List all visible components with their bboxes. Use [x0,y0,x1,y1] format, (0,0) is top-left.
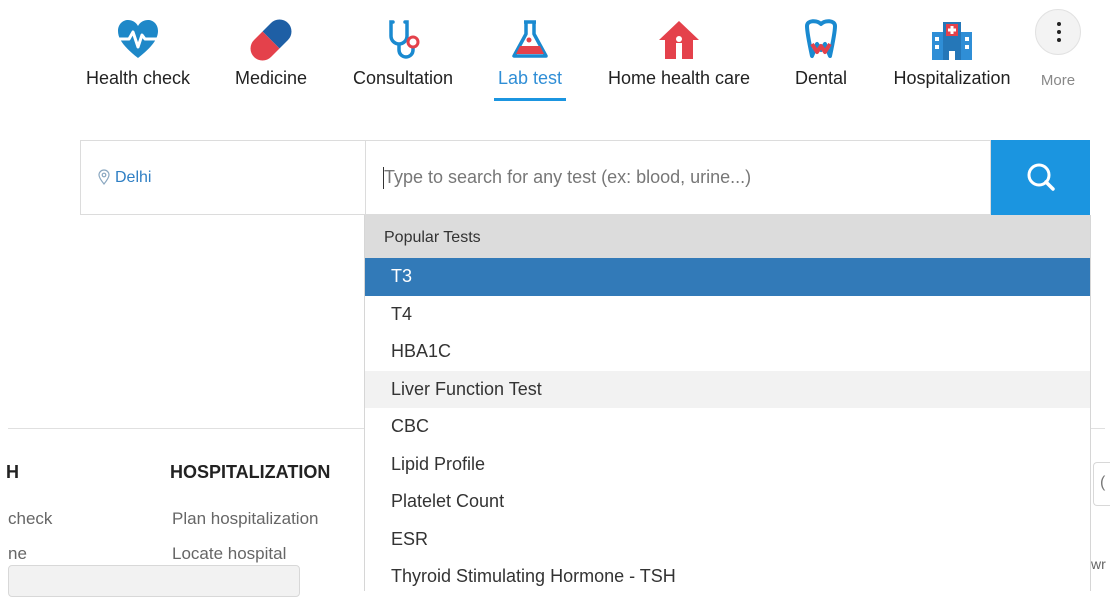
capsule-icon [249,18,293,62]
location-selector[interactable]: Delhi [80,140,366,215]
more-label: More [1040,72,1076,89]
footer-col2-heading: HOSPITALIZATION [170,462,331,482]
right-edge-text: ( [1100,474,1106,491]
dropdown-item-hba1c[interactable]: HBA1C [365,333,1090,371]
nav-item-dental[interactable]: Dental [784,0,858,110]
popular-tests-dropdown: Popular Tests T3 T4 HBA1C Liver Function… [364,215,1091,591]
active-tab-indicator [494,98,566,101]
dropdown-item-cbc[interactable]: CBC [365,408,1090,446]
footer-col1-heading: H [6,462,19,482]
stethoscope-icon [381,18,425,62]
footer-input-box[interactable] [8,565,300,597]
more-dot-icon [1057,30,1061,34]
dropdown-item-liver-function-test[interactable]: Liver Function Test [365,370,1090,408]
nav-label-lab-test: Lab test [497,68,563,88]
nav-label-consultation: Consultation [352,68,454,88]
heart-pulse-icon [116,18,160,62]
dropdown-item-platelet-count[interactable]: Platelet Count [365,483,1090,521]
search-icon [1027,163,1055,191]
nav-item-lab-test[interactable]: Lab test [486,0,574,110]
right-edge-box[interactable]: ( [1093,462,1110,506]
search-button[interactable] [991,140,1090,215]
location-text: Delhi [115,169,152,186]
nav-label-dental: Dental [794,68,848,88]
dropdown-item-t4[interactable]: T4 [365,296,1090,334]
footer-col1-link[interactable]: ne [8,544,27,564]
nav-label-health-check: Health check [85,68,191,88]
tooth-icon [799,18,843,62]
dropdown-header: Popular Tests [365,215,1090,258]
footer-col1-link[interactable]: check [8,509,52,529]
dropdown-item-tsh[interactable]: Thyroid Stimulating Hormone - TSH [365,558,1090,591]
dropdown-item-t3[interactable]: T3 [365,258,1090,296]
dropdown-item-esr[interactable]: ESR [365,521,1090,559]
hospital-icon [930,18,974,62]
nav-item-consultation[interactable]: Consultation [340,0,466,110]
search-bar: Delhi [80,140,1090,215]
location-pin-icon [98,169,110,185]
nav-item-medicine[interactable]: Medicine [222,0,320,110]
nav-label-hospitalization: Hospitalization [893,68,1011,88]
footer-link-plan-hospitalization[interactable]: Plan hospitalization [172,509,318,529]
flask-icon [508,18,552,62]
nav-item-health-check[interactable]: Health check [78,0,198,110]
nav-label-medicine: Medicine [234,68,308,88]
test-search-input[interactable] [365,140,991,215]
right-edge-text-2: wr [1091,556,1106,572]
nav-item-home-health-care[interactable]: Home health care [596,0,762,110]
nav-label-home-health-care: Home health care [607,68,751,88]
more-dot-icon [1057,22,1061,26]
dropdown-item-lipid-profile[interactable]: Lipid Profile [365,446,1090,484]
text-caret [383,167,384,189]
more-dot-icon [1057,38,1061,42]
footer-link-locate-hospital[interactable]: Locate hospital [172,544,286,564]
nav-item-hospitalization[interactable]: Hospitalization [880,0,1024,110]
more-button[interactable] [1035,9,1081,55]
home-person-icon [657,18,701,62]
